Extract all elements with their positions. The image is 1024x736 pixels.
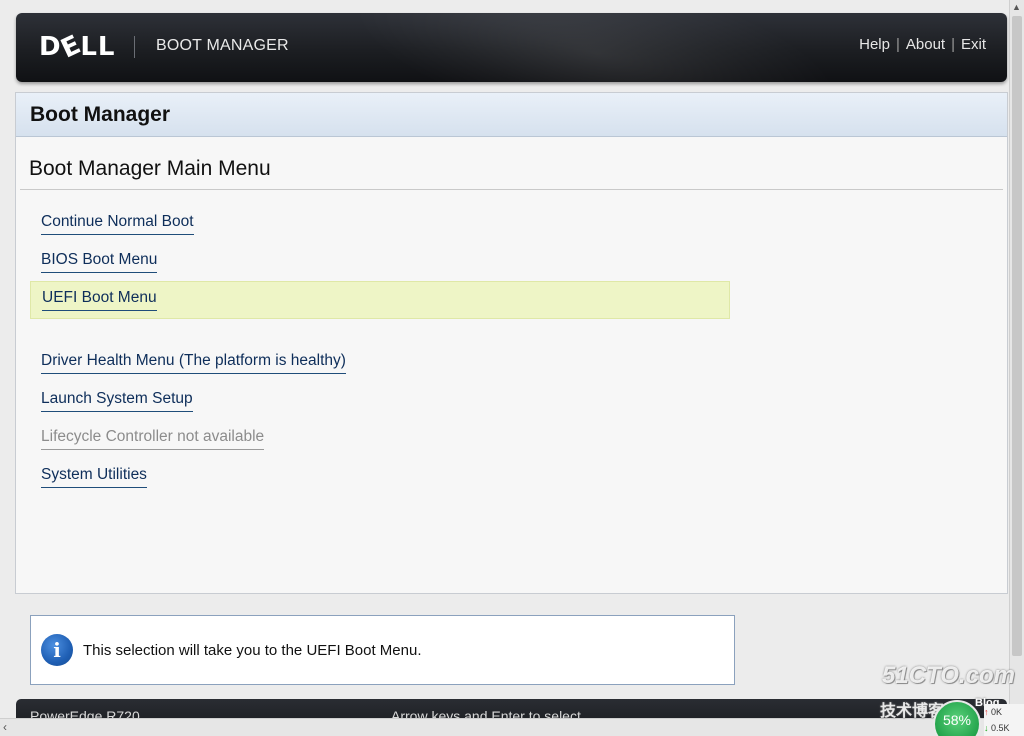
download-rate: 0.5K <box>991 723 1010 733</box>
scroll-left-arrow-icon[interactable]: ‹ <box>3 720 7 734</box>
menu-item-uefi-boot-menu[interactable]: UEFI Boot Menu <box>30 281 730 319</box>
header-decoration <box>334 13 858 82</box>
header-links: Help | About | Exit <box>859 36 986 53</box>
menu-item-label[interactable]: System Utilities <box>41 466 147 488</box>
info-text: This selection will take you to the UEFI… <box>83 641 422 659</box>
exit-link[interactable]: Exit <box>961 36 986 53</box>
menu-item-label[interactable]: Continue Normal Boot <box>41 213 194 235</box>
horizontal-scrollbar[interactable]: ‹ <box>0 718 1009 736</box>
menu-item-label: Lifecycle Controller not available <box>41 428 265 450</box>
watermark-site: 51CTO.com <box>882 662 1015 689</box>
help-info-box: i This selection will take you to the UE… <box>30 615 735 685</box>
menu-divider <box>20 189 1003 190</box>
menu-item-label[interactable]: Driver Health Menu (The platform is heal… <box>41 352 346 374</box>
header-divider <box>134 36 135 58</box>
menu-item-launch-system-setup[interactable]: Launch System Setup <box>30 382 730 420</box>
info-icon: i <box>41 634 73 666</box>
help-link[interactable]: Help <box>859 36 890 53</box>
upload-rate: 0K <box>991 707 1003 717</box>
link-separator: | <box>895 36 900 53</box>
about-link[interactable]: About <box>906 36 945 53</box>
menu-item-system-utilities[interactable]: System Utilities <box>30 458 730 496</box>
menu-item-lifecycle-controller: Lifecycle Controller not available <box>30 420 730 458</box>
menu-item-bios-boot-menu[interactable]: BIOS Boot Menu <box>30 243 730 281</box>
upload-arrow-icon: ↑ <box>984 707 989 717</box>
main-panel: Boot Manager Boot Manager Main Menu Cont… <box>15 92 1008 594</box>
menu-spacer <box>30 319 730 344</box>
scrollbar-thumb[interactable] <box>1012 16 1022 656</box>
header-title: BOOT MANAGER <box>156 37 289 54</box>
download-arrow-icon: ↓ <box>984 723 989 733</box>
menu-item-continue-normal-boot[interactable]: Continue Normal Boot <box>30 205 730 243</box>
vertical-scrollbar[interactable]: ▲ <box>1009 0 1024 718</box>
menu-item-label[interactable]: Launch System Setup <box>41 390 193 412</box>
header-bar: DELL BOOT MANAGER Help | About | Exit <box>16 13 1007 82</box>
link-separator: | <box>951 36 955 53</box>
scroll-up-arrow-icon[interactable]: ▲ <box>1012 2 1021 12</box>
boot-menu: Continue Normal Boot BIOS Boot Menu UEFI… <box>30 205 730 496</box>
dell-logo: DELL <box>39 29 116 65</box>
network-rates: ↑ 0K ↓ 0.5K <box>984 704 1024 736</box>
page-title: Boot Manager <box>16 93 1007 137</box>
menu-item-driver-health-menu[interactable]: Driver Health Menu (The platform is heal… <box>30 344 730 382</box>
menu-item-label[interactable]: BIOS Boot Menu <box>41 251 158 273</box>
menu-item-label[interactable]: UEFI Boot Menu <box>42 289 157 311</box>
menu-title: Boot Manager Main Menu <box>29 157 271 180</box>
